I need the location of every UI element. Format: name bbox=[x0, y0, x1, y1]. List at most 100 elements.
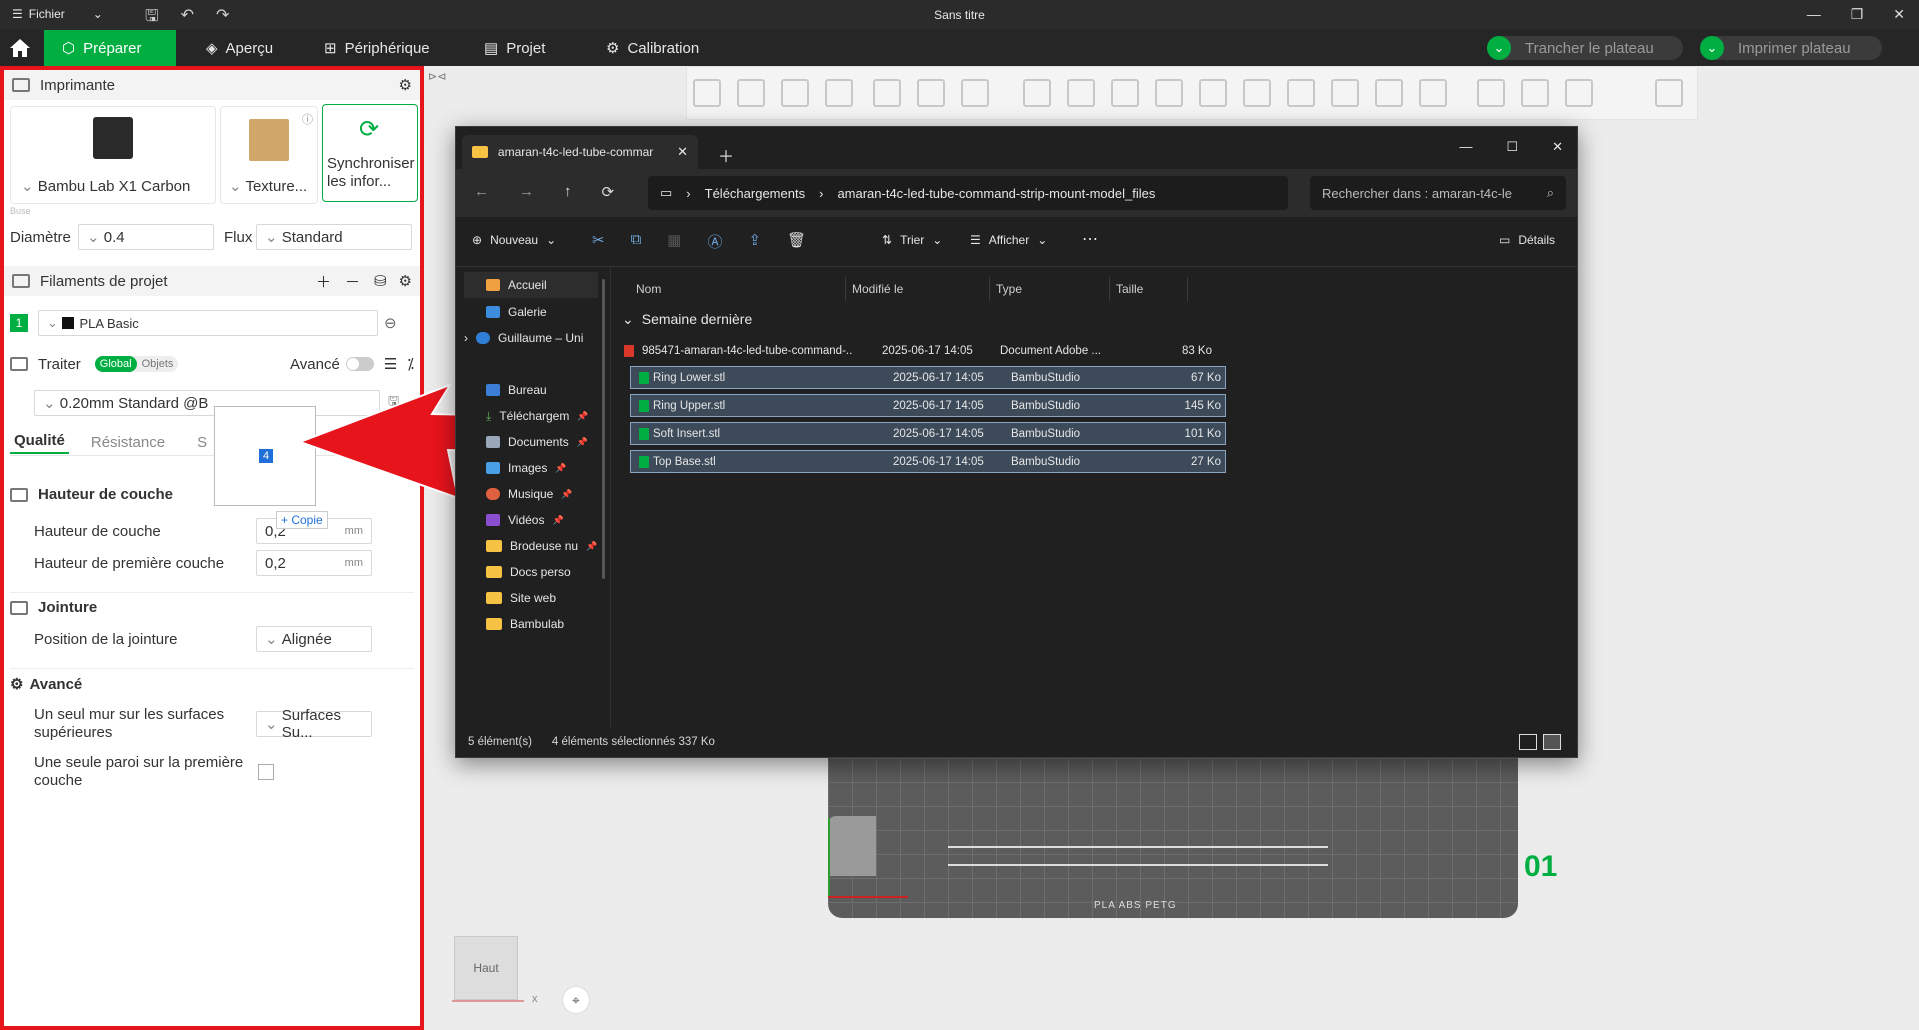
diameter-select[interactable]: ⌄ 0.4 bbox=[78, 224, 214, 250]
copy-icon[interactable] bbox=[873, 79, 901, 107]
printer-settings-icon[interactable]: ⚙ bbox=[399, 76, 412, 94]
add-object-icon[interactable] bbox=[693, 79, 721, 107]
add-filament-icon[interactable]: ＋ bbox=[316, 271, 331, 292]
details-button[interactable]: ▭ Détails bbox=[1499, 233, 1555, 247]
build-plate[interactable]: PLA ABS PETG bbox=[828, 758, 1518, 918]
up-icon[interactable]: ↑ bbox=[564, 183, 572, 201]
column-name[interactable]: Nom bbox=[616, 277, 846, 301]
boolean-icon[interactable] bbox=[1243, 79, 1271, 107]
nav-desktop[interactable]: Bureau bbox=[464, 377, 547, 403]
color-paint-icon[interactable] bbox=[1419, 79, 1447, 107]
nav-videos[interactable]: Vidéos 📌 bbox=[464, 507, 564, 533]
nav-documents[interactable]: Documents 📌 bbox=[464, 429, 588, 455]
objects-toggle-option[interactable]: Objets bbox=[137, 356, 179, 372]
nav-music[interactable]: Musique 📌 bbox=[464, 481, 573, 507]
flux-select[interactable]: ⌄ Standard bbox=[256, 224, 412, 250]
share-icon[interactable]: ⇪ bbox=[749, 231, 762, 252]
column-modified[interactable]: Modifié le bbox=[846, 277, 990, 301]
paste-icon[interactable] bbox=[917, 79, 945, 107]
nav-folder-docs-perso[interactable]: Docs perso bbox=[464, 559, 571, 585]
compare-icon[interactable]: ⁒ bbox=[407, 355, 414, 373]
global-toggle-option[interactable]: Global bbox=[94, 356, 137, 372]
tab-prepare[interactable]: ⬡ Préparer bbox=[44, 30, 176, 66]
view-cube[interactable]: Haut bbox=[454, 936, 518, 1000]
move-icon[interactable] bbox=[1023, 79, 1051, 107]
filament-more-icon[interactable]: ⊖ bbox=[384, 314, 397, 332]
expand-icon[interactable]: › bbox=[464, 331, 468, 345]
nav-onedrive[interactable]: › Guillaume – Uni bbox=[464, 325, 583, 351]
cut-icon[interactable] bbox=[1199, 79, 1227, 107]
new-tab-icon[interactable]: ＋ bbox=[718, 143, 734, 167]
group-header[interactable]: ⌄ Semaine dernière bbox=[622, 311, 752, 328]
file-row-selected[interactable]: Soft Insert.stl 2025-06-17 14:05 BambuSt… bbox=[630, 422, 1226, 445]
lay-on-face-icon[interactable] bbox=[1155, 79, 1183, 107]
more-options-icon[interactable]: ⋯ bbox=[1082, 229, 1098, 249]
explorer-tab[interactable]: amaran-t4c-led-tube-commar ✕ bbox=[462, 135, 698, 169]
nav-folder-bambulab[interactable]: Bambulab bbox=[464, 611, 564, 637]
seam-position-select[interactable]: ⌄ Alignée bbox=[256, 626, 372, 652]
column-size[interactable]: Taille bbox=[1110, 277, 1188, 301]
sync-button[interactable]: ⟳ Synchroniser les infor... bbox=[322, 104, 418, 202]
remove-filament-icon[interactable]: － bbox=[345, 271, 360, 292]
plate-model[interactable] bbox=[948, 846, 1328, 866]
scale-icon[interactable] bbox=[1111, 79, 1139, 107]
view-button[interactable]: ☰ Afficher ⌄ bbox=[970, 233, 1047, 247]
back-icon[interactable]: ← bbox=[474, 183, 489, 201]
maximize-icon[interactable]: ☐ bbox=[1506, 139, 1518, 155]
dropdown-icon[interactable]: ⌄ bbox=[1487, 36, 1511, 60]
nav-folder-brodeuse[interactable]: Brodeuse nu 📌 bbox=[464, 533, 597, 559]
tab-quality[interactable]: Qualité bbox=[10, 432, 69, 454]
details-view-icon[interactable] bbox=[1519, 734, 1537, 750]
tab-project[interactable]: ▤ Projet bbox=[466, 30, 563, 66]
nav-downloads[interactable]: ⤓ Téléchargem 📌 bbox=[464, 403, 589, 429]
measure-icon[interactable] bbox=[1477, 79, 1505, 107]
collapse-panel-icon[interactable]: ⊳⊲ bbox=[428, 70, 446, 83]
assembly-icon[interactable] bbox=[1521, 79, 1549, 107]
column-type[interactable]: Type bbox=[990, 277, 1110, 301]
tab-strength[interactable]: Résistance bbox=[91, 434, 165, 451]
first-layer-height-input[interactable]: 0,2 mm bbox=[256, 550, 372, 576]
search-input[interactable]: Rechercher dans : amaran-t4c-le ⌕ bbox=[1310, 176, 1566, 210]
tab-device[interactable]: ⊞ Périphérique bbox=[306, 30, 442, 66]
filament-sync-icon[interactable]: ⛁ bbox=[374, 272, 387, 290]
text-icon[interactable] bbox=[1375, 79, 1403, 107]
minimize-icon[interactable]: — bbox=[1459, 139, 1472, 155]
file-row[interactable]: 985471-amaran-t4c-led-tube-command-... 2… bbox=[616, 339, 1216, 362]
nav-scrollbar[interactable] bbox=[602, 279, 605, 579]
filament-settings-icon[interactable]: ⚙ bbox=[399, 272, 412, 290]
print-plate-button[interactable]: ⌄ Imprimer plateau bbox=[1700, 36, 1882, 60]
refresh-icon[interactable]: ⟳ bbox=[602, 183, 615, 201]
nav-gallery[interactable]: Galerie bbox=[464, 299, 547, 325]
rotate-icon[interactable] bbox=[1067, 79, 1095, 107]
support-paint-icon[interactable] bbox=[1287, 79, 1315, 107]
tiles-view-icon[interactable] bbox=[1543, 734, 1561, 750]
cut-icon[interactable]: ✂ bbox=[592, 231, 605, 252]
plate-grid-icon[interactable] bbox=[737, 79, 765, 107]
single-wall-first-checkbox[interactable] bbox=[258, 764, 274, 780]
info-icon[interactable]: ⓘ bbox=[302, 111, 313, 127]
advanced-switch[interactable] bbox=[345, 357, 374, 371]
delete-icon[interactable]: 🗑 bbox=[787, 231, 806, 252]
file-row-selected[interactable]: Ring Lower.stl 2025-06-17 14:05 BambuStu… bbox=[630, 366, 1226, 389]
fit-view-icon[interactable] bbox=[1565, 79, 1593, 107]
global-objects-toggle[interactable]: Global Objets bbox=[94, 356, 179, 372]
filament-index-badge[interactable]: 1 bbox=[10, 314, 28, 332]
rename-icon[interactable]: Ⓐ bbox=[707, 231, 722, 252]
nav-home[interactable]: Accueil bbox=[464, 272, 598, 298]
tab-calibration[interactable]: ⚙ Calibration bbox=[588, 30, 717, 66]
address-bar[interactable]: ▭ › Téléchargements › amaran-t4c-led-tube… bbox=[648, 176, 1288, 210]
arrange-icon[interactable] bbox=[825, 79, 853, 107]
tab-speed[interactable]: S bbox=[197, 434, 207, 451]
printer-card[interactable]: ⌄ Bambu Lab X1 Carbon bbox=[10, 106, 216, 204]
filament-select[interactable]: ⌄ PLA Basic bbox=[38, 310, 378, 336]
slice-plate-button[interactable]: ⌄ Trancher le plateau bbox=[1487, 36, 1683, 60]
paste-icon[interactable]: ▦ bbox=[667, 231, 681, 252]
minimize-icon[interactable]: — bbox=[1807, 6, 1821, 23]
single-wall-top-select[interactable]: ⌄ Surfaces Su... bbox=[256, 707, 372, 741]
nav-folder-site-web[interactable]: Site web bbox=[464, 585, 556, 611]
seam-paint-icon[interactable] bbox=[1331, 79, 1359, 107]
close-tab-icon[interactable]: ✕ bbox=[677, 144, 688, 160]
restore-icon[interactable]: ❐ bbox=[1851, 6, 1864, 23]
file-row-selected[interactable]: Ring Upper.stl 2025-06-17 14:05 BambuStu… bbox=[630, 394, 1226, 417]
list-icon[interactable]: ☰ bbox=[384, 355, 397, 373]
